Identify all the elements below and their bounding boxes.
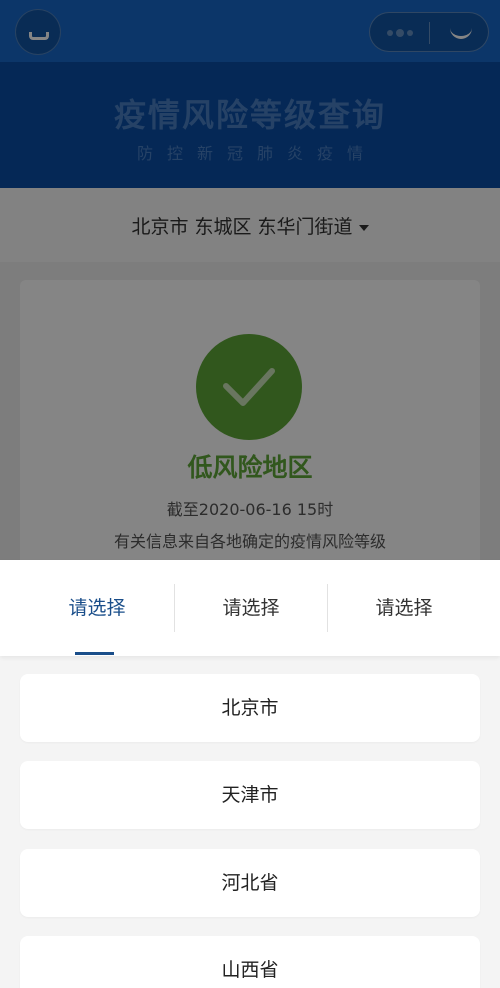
option-item[interactable]: 北京市 (20, 674, 480, 742)
tab-province[interactable]: 请选择 (20, 560, 174, 656)
option-item[interactable]: 天津市 (20, 761, 480, 829)
tab-district[interactable]: 请选择 (327, 560, 481, 656)
region-picker-sheet: 请选择 请选择 请选择 北京市 天津市 河北省 山西省 (0, 560, 500, 988)
option-item[interactable]: 河北省 (20, 849, 480, 917)
active-tab-indicator (75, 652, 114, 655)
picker-tabs: 请选择 请选择 请选择 (0, 560, 500, 656)
page: 疫情风险等级查询 防控新冠肺炎疫情 北京市 东城区 东华门街道 低风险地区 截至… (0, 0, 500, 988)
tab-city[interactable]: 请选择 (174, 560, 328, 656)
option-item[interactable]: 山西省 (20, 936, 480, 988)
modal-overlay[interactable] (0, 0, 500, 560)
